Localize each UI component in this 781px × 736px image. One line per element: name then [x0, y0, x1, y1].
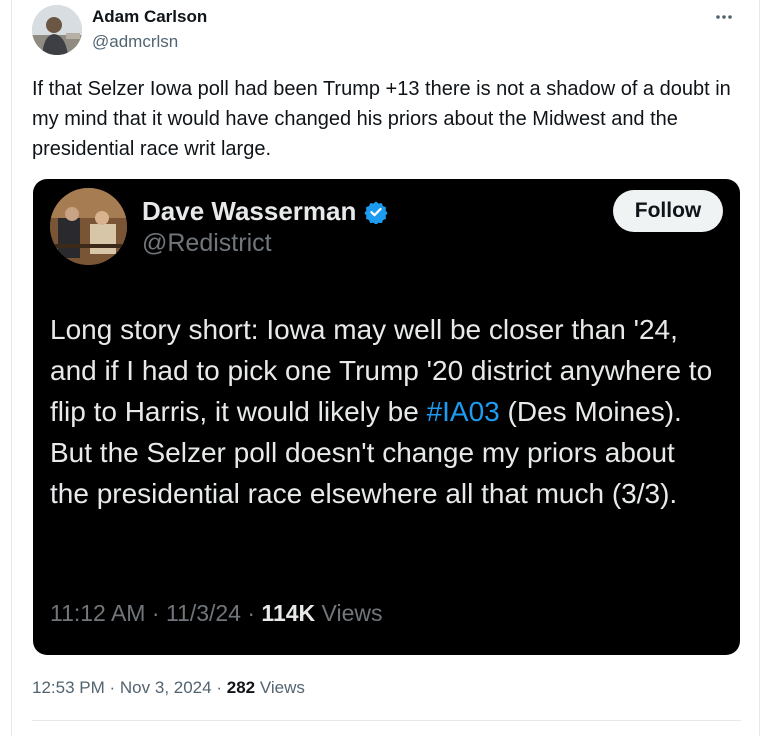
- tweet-meta: 12:53 PM · Nov 3, 2024 · 282 Views: [32, 678, 305, 698]
- tweet-card: Adam Carlson @admcrlsn If that Selzer Io…: [11, 0, 760, 736]
- verified-badge-icon: [364, 201, 388, 224]
- divider: [32, 720, 741, 721]
- quoted-tweet-text: Long story short: Iowa may well be close…: [50, 309, 720, 514]
- author-name[interactable]: Adam Carlson: [92, 7, 207, 27]
- separator-dot: ·: [216, 678, 222, 697]
- separator-dot: ·: [109, 678, 116, 697]
- quoted-date[interactable]: 11/3/24: [166, 600, 241, 626]
- author-avatar-image: [32, 5, 82, 55]
- author-avatar[interactable]: [32, 5, 82, 55]
- separator-dot: ·: [151, 600, 160, 626]
- quoted-tweet[interactable]: Dave Wasserman @Redistrict Follow Long s…: [33, 179, 740, 655]
- tweet-text: If that Selzer Iowa poll had been Trump …: [32, 78, 731, 160]
- quoted-views-count: 114K: [261, 600, 316, 626]
- quoted-tweet-meta: 11:12 AM · 11/3/24 · 114K Views: [50, 600, 382, 627]
- quoted-author-avatar-image: [50, 188, 127, 265]
- more-options-button[interactable]: [709, 2, 739, 32]
- quoted-author-name[interactable]: Dave Wasserman: [142, 196, 356, 227]
- quoted-author-name-row[interactable]: Dave Wasserman: [142, 196, 388, 227]
- hashtag-link[interactable]: #IA03: [427, 396, 500, 427]
- follow-button[interactable]: Follow: [613, 190, 723, 232]
- tweet-date[interactable]: Nov 3, 2024: [120, 678, 212, 697]
- tweet-views-label: Views: [259, 678, 305, 697]
- quoted-author-handle[interactable]: @Redistrict: [142, 229, 272, 258]
- quoted-time[interactable]: 11:12 AM: [50, 600, 145, 626]
- quoted-views-label: Views: [321, 600, 383, 626]
- more-horizontal-icon: [716, 15, 732, 19]
- author-handle[interactable]: @admcrlsn: [92, 32, 178, 52]
- separator-dot: ·: [247, 600, 256, 626]
- tweet-views-count: 282: [226, 678, 256, 697]
- tweet-time[interactable]: 12:53 PM: [32, 678, 105, 697]
- quoted-author-avatar[interactable]: [50, 188, 127, 265]
